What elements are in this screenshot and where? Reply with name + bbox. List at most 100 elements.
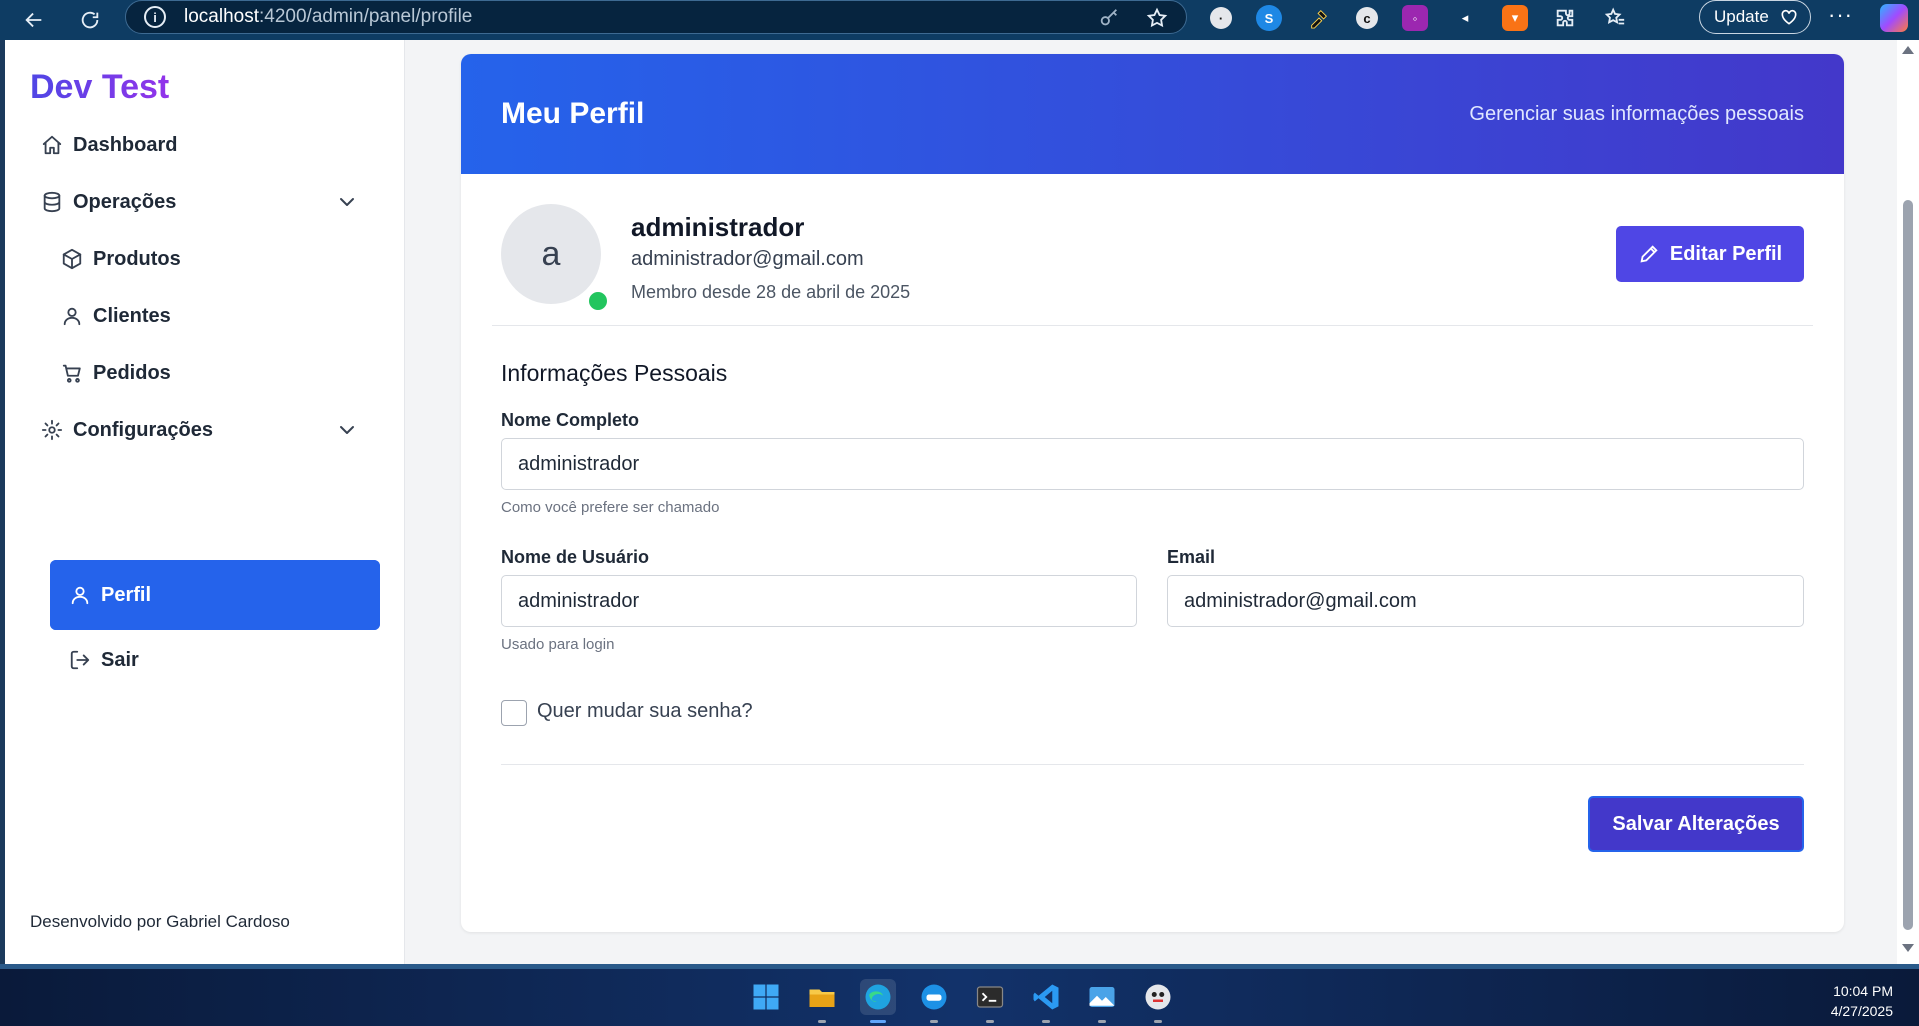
full-name-input[interactable]: administrador xyxy=(501,438,1804,490)
sidebar-item-label: Sair xyxy=(101,648,139,671)
chevron-down-icon[interactable] xyxy=(335,190,359,214)
app-viewport: Dev Test Dashboard Operações Produtos Cl… xyxy=(5,40,1902,964)
sidebar-item-label: Dashboard xyxy=(73,133,178,156)
cart-icon xyxy=(62,364,81,383)
sidebar-item-label: Pedidos xyxy=(93,361,171,384)
url-host: localhost xyxy=(184,6,259,27)
clock-time: 10:04 PM xyxy=(1833,983,1893,999)
update-button[interactable]: Update xyxy=(1699,0,1811,34)
docker-icon[interactable] xyxy=(916,979,952,1023)
footer-credit: Desenvolvido por Gabriel Cardoso xyxy=(30,912,290,931)
running-indicator xyxy=(1098,1020,1106,1023)
extension-icon-2[interactable]: S xyxy=(1256,5,1282,31)
eyedropper-icon[interactable] xyxy=(1306,5,1332,31)
edit-profile-label: Editar Perfil xyxy=(1669,242,1783,265)
logout-icon xyxy=(70,650,90,670)
running-indicator xyxy=(986,1020,994,1023)
page-title: Meu Perfil xyxy=(501,97,645,130)
pencil-icon xyxy=(1640,245,1658,263)
change-password-checkbox[interactable] xyxy=(501,700,527,726)
running-indicator xyxy=(930,1020,938,1023)
browser-toolbar: i localhost:4200/admin/panel/profile · S… xyxy=(0,0,1919,40)
sidebar-item-label: Clientes xyxy=(93,304,171,327)
terminal-icon[interactable] xyxy=(972,979,1008,1023)
page-scrollbar[interactable] xyxy=(1897,40,1919,964)
vscode-icon[interactable] xyxy=(1028,979,1064,1023)
clock-date: 4/27/2025 xyxy=(1830,1003,1893,1019)
file-explorer-icon[interactable] xyxy=(804,979,840,1023)
sidebar-item-configuracoes[interactable]: Configurações xyxy=(41,395,369,465)
edge-browser-icon[interactable] xyxy=(860,979,896,1023)
sidebar-item-label: Perfil xyxy=(101,583,152,606)
back-button[interactable] xyxy=(14,0,54,40)
sidebar-item-sair[interactable]: Sair xyxy=(69,625,385,695)
running-indicator xyxy=(1154,1020,1162,1023)
gear-icon xyxy=(41,419,63,441)
sidebar-item-label: Configurações xyxy=(73,418,214,441)
sidebar-item-perfil[interactable]: Perfil xyxy=(50,560,380,630)
url-path: :4200/admin/panel/profile xyxy=(259,6,473,27)
email-input[interactable]: administrador@gmail.com xyxy=(1167,575,1804,627)
edit-profile-button[interactable]: Editar Perfil xyxy=(1616,226,1804,282)
address-bar[interactable]: i localhost:4200/admin/panel/profile xyxy=(125,0,1187,34)
brand-logo[interactable]: Dev Test xyxy=(30,68,169,107)
divider xyxy=(501,764,1804,765)
divider xyxy=(492,325,1813,326)
chevron-down-icon[interactable] xyxy=(335,418,359,442)
extension-icon-4[interactable]: c xyxy=(1356,7,1378,29)
extension-icon-6[interactable]: ◂ xyxy=(1452,5,1478,31)
photos-icon[interactable] xyxy=(1084,979,1120,1023)
app-icon[interactable] xyxy=(1140,979,1176,1023)
change-password-label[interactable]: Quer mudar sua senha? xyxy=(537,700,753,723)
sidebar-item-label: Operações xyxy=(73,190,177,213)
site-info-icon[interactable]: i xyxy=(144,6,166,28)
username-input[interactable]: administrador xyxy=(501,575,1137,627)
more-menu-icon[interactable]: ··· xyxy=(1828,2,1853,28)
star-icon[interactable] xyxy=(1146,7,1168,29)
reload-button[interactable] xyxy=(70,0,110,40)
profile-name: administrador xyxy=(631,212,805,242)
key-icon[interactable] xyxy=(1098,7,1120,29)
windows-start-icon[interactable] xyxy=(748,979,784,1015)
sidebar: Dev Test Dashboard Operações Produtos Cl… xyxy=(5,40,405,964)
arrow-left-icon xyxy=(25,12,42,28)
running-indicator xyxy=(1042,1020,1050,1023)
user-icon xyxy=(63,307,81,326)
username-hint: Usado para login xyxy=(501,636,615,653)
running-indicator xyxy=(818,1020,826,1023)
heart-pulse-icon xyxy=(1781,9,1797,25)
profile-header: Meu Perfil Gerenciar suas informações pe… xyxy=(461,54,1844,174)
full-name-hint: Como você prefere ser chamado xyxy=(501,499,720,516)
system-clock[interactable]: 10:04 PM 4/27/2025 xyxy=(1831,981,1893,1021)
online-status-indicator xyxy=(587,290,609,312)
database-icon xyxy=(43,191,61,213)
full-name-label: Nome Completo xyxy=(501,410,640,430)
scroll-up-arrow[interactable] xyxy=(1902,46,1914,54)
username-label: Nome de Usuário xyxy=(501,547,650,567)
extension-icon-1[interactable]: · xyxy=(1210,7,1232,29)
user-icon xyxy=(71,586,89,605)
running-indicator xyxy=(870,1020,886,1023)
section-title: Informações Pessoais xyxy=(501,360,728,386)
email-label: Email xyxy=(1167,547,1216,567)
scroll-thumb[interactable] xyxy=(1903,200,1913,930)
update-label: Update xyxy=(1714,7,1769,26)
avatar: a xyxy=(501,204,601,304)
member-since: Membro desde 28 de abril de 2025 xyxy=(631,282,911,302)
copilot-icon[interactable] xyxy=(1880,4,1908,32)
reload-icon xyxy=(81,11,99,29)
windows-taskbar: 10:04 PM 4/27/2025 xyxy=(0,964,1919,1026)
scroll-down-arrow[interactable] xyxy=(1902,944,1914,952)
favorites-icon[interactable] xyxy=(1602,5,1628,31)
profile-email: administrador@gmail.com xyxy=(631,248,864,270)
extension-icon-5[interactable]: ◦ xyxy=(1402,5,1428,31)
page-subtitle: Gerenciar suas informações pessoais xyxy=(1469,102,1804,125)
profile-card: Meu Perfil Gerenciar suas informações pe… xyxy=(461,54,1844,932)
home-icon xyxy=(42,135,62,155)
save-changes-button[interactable]: Salvar Alterações xyxy=(1588,796,1804,852)
fox-extension-icon[interactable]: ▾ xyxy=(1502,5,1528,31)
box-icon xyxy=(62,248,82,270)
profile-summary: a administrador administrador@gmail.com … xyxy=(501,204,1804,329)
puzzle-icon[interactable] xyxy=(1552,5,1578,31)
sidebar-item-label: Produtos xyxy=(93,247,181,270)
